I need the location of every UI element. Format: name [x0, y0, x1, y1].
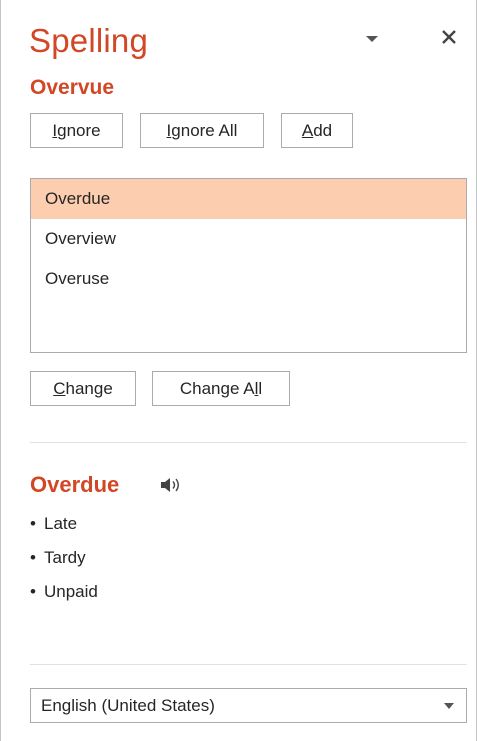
synonym-item: • Late	[30, 510, 98, 544]
suggestion-item-overview[interactable]: Overview	[31, 219, 466, 259]
chevron-down-icon	[444, 703, 454, 709]
synonym-list: • Late • Tardy • Unpaid	[30, 510, 98, 612]
bullet: •	[30, 548, 36, 567]
pane-options-button[interactable]	[362, 31, 382, 45]
suggestion-item-overuse[interactable]: Overuse	[31, 259, 466, 299]
add-button-label: dd	[313, 120, 333, 140]
suggestions-list[interactable]: Overdue Overview Overuse	[30, 178, 467, 353]
change-button-accesskey: C	[53, 378, 66, 398]
misspelled-word: Overvue	[30, 76, 115, 99]
ignore-button-label: gnore	[57, 120, 101, 140]
speaker-icon	[161, 478, 179, 492]
synonym-item: • Tardy	[30, 544, 98, 578]
add-button-accesskey: A	[301, 120, 314, 140]
close-pane-button[interactable]	[438, 26, 460, 48]
synonym-label: Late	[44, 514, 78, 533]
spelling-pane: Spelling Overvue Ignore Ignore All Add O…	[0, 0, 477, 741]
close-icon	[442, 30, 456, 44]
synonym-item: • Unpaid	[30, 578, 98, 612]
chevron-down-icon	[366, 36, 378, 42]
pane-title: Spelling	[29, 22, 149, 59]
change-button-label: hange	[65, 378, 113, 398]
synonym-label: Tardy	[44, 548, 86, 567]
divider	[30, 442, 467, 443]
bullet: •	[30, 514, 36, 533]
change-all-button[interactable]: Change All	[152, 371, 290, 406]
ignore-all-button-label: gnore All	[171, 120, 238, 140]
pronounce-button[interactable]	[159, 476, 183, 494]
divider	[30, 664, 467, 665]
ignore-all-button[interactable]: Ignore All	[140, 113, 264, 148]
language-select-value: English (United States)	[41, 696, 215, 715]
change-all-button-label: l	[258, 378, 263, 398]
suggestion-item-overdue[interactable]: Overdue	[31, 179, 466, 219]
synonym-label: Unpaid	[44, 582, 98, 601]
bullet: •	[30, 582, 36, 601]
definition-word: Overdue	[30, 472, 120, 497]
ignore-button[interactable]: Ignore	[30, 113, 123, 148]
add-button[interactable]: Add	[281, 113, 353, 148]
language-select[interactable]: English (United States)	[30, 688, 467, 723]
change-all-button-label-pre: Change A	[179, 378, 255, 398]
change-button[interactable]: Change	[30, 371, 136, 406]
